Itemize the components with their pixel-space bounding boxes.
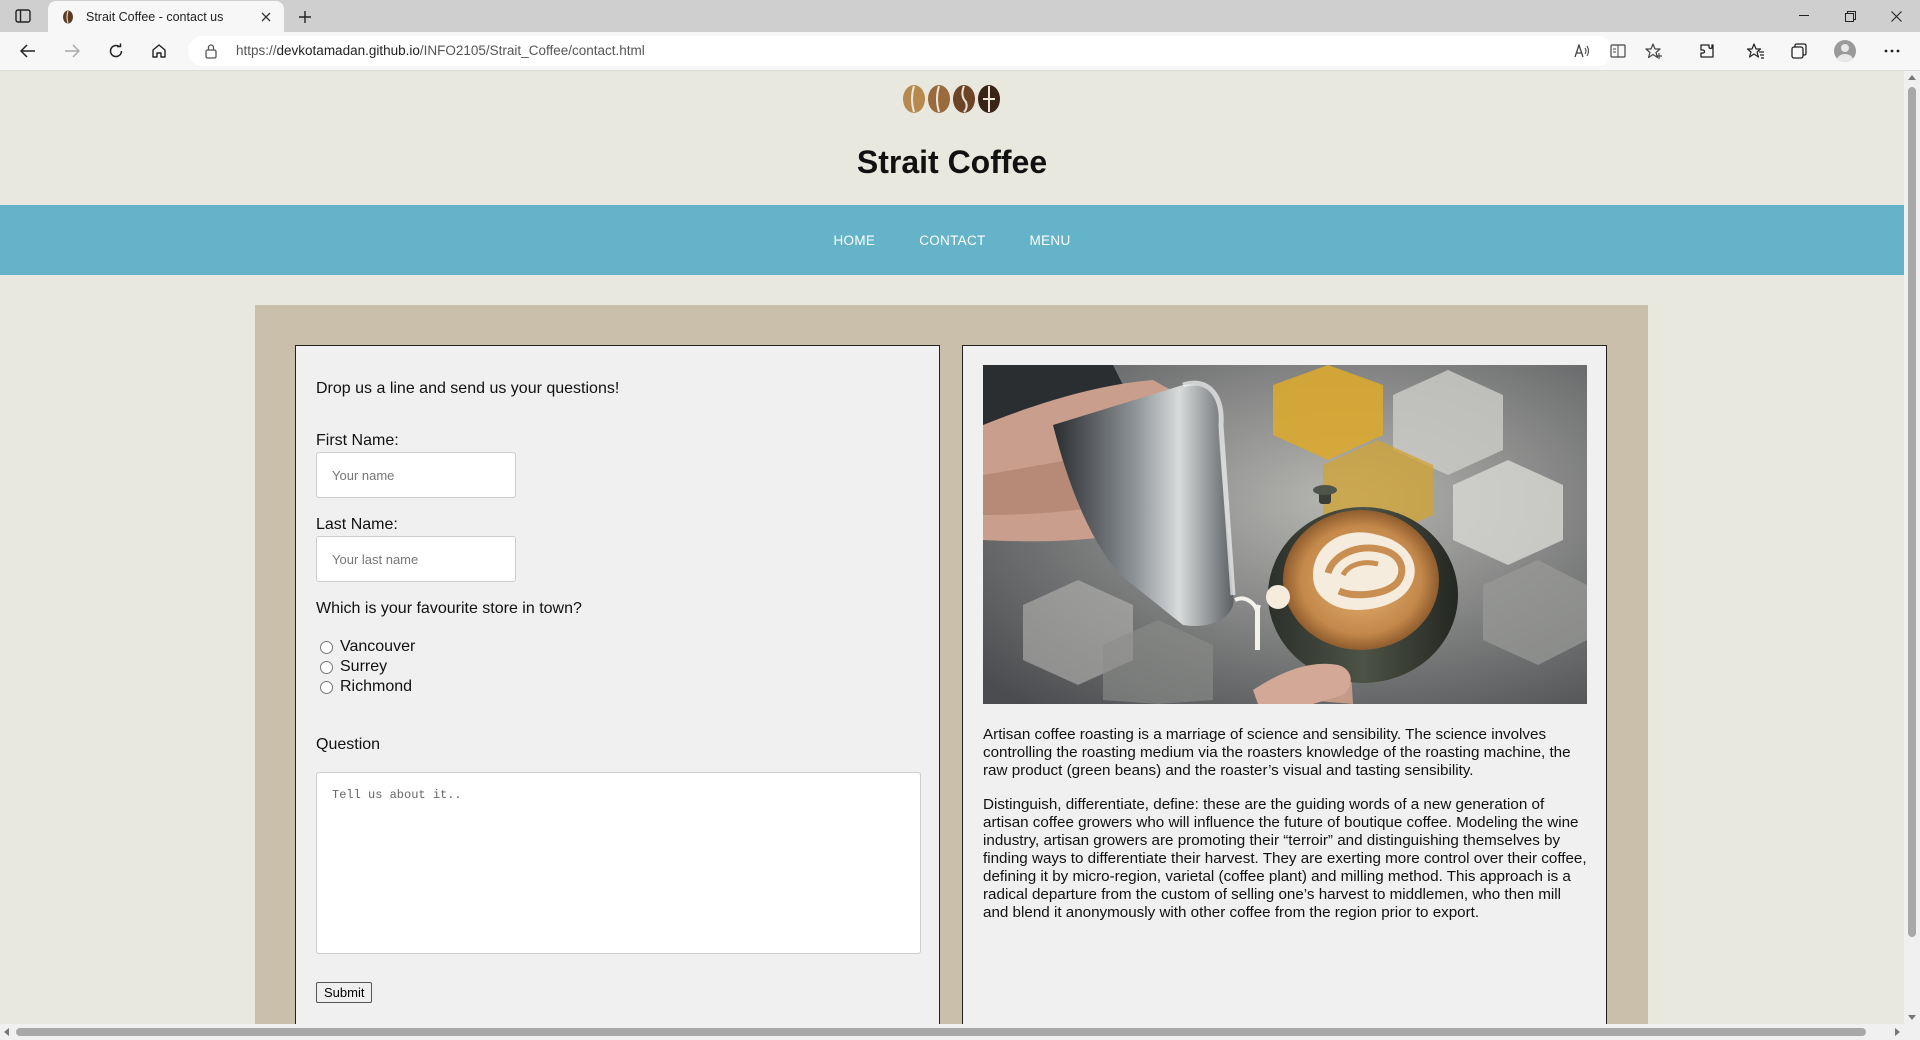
content-paragraph-1: Artisan coffee roasting is a marriage of… (983, 726, 1571, 779)
horizontal-scrollbar[interactable] (0, 1024, 1904, 1040)
restore-icon[interactable] (1827, 0, 1873, 32)
vertical-scrollbar[interactable] (1904, 71, 1920, 1024)
scroll-up-arrow-icon[interactable] (1908, 75, 1916, 80)
store-option-surrey[interactable]: Surrey (320, 658, 387, 676)
refresh-icon[interactable] (102, 38, 130, 64)
submit-button[interactable]: Submit (316, 982, 373, 1003)
extensions-icon[interactable] (1693, 38, 1721, 64)
scroll-right-arrow-icon[interactable] (1895, 1028, 1900, 1036)
favorites-icon[interactable] (1742, 38, 1770, 64)
main-nav: HOME CONTACT MENU (0, 205, 1904, 275)
contact-form-panel: Drop us a line and send us your question… (295, 345, 940, 1024)
coffee-beans-logo (902, 84, 1002, 114)
last-name-label: Last Name: (316, 516, 398, 533)
first-name-label: First Name: (316, 432, 399, 449)
question-label: Question (316, 736, 381, 753)
tab-title: Strait Coffee - contact us (86, 9, 224, 24)
content-wrapper: Drop us a line and send us your question… (255, 305, 1648, 1024)
scrollbar-corner (1904, 1024, 1920, 1040)
tab-strip: Strait Coffee - contact us (0, 0, 1920, 32)
collections-icon[interactable] (1785, 38, 1813, 64)
store-radio-vancouver[interactable] (320, 640, 333, 654)
more-icon[interactable] (1878, 38, 1906, 64)
nav-menu[interactable]: MENU (1030, 233, 1071, 248)
reader-view-icon[interactable] (1605, 39, 1631, 63)
browser-toolbar: https://devkotamadan.github.io/INFO2105/… (0, 32, 1920, 71)
store-radio-richmond[interactable] (320, 680, 333, 694)
back-arrow-icon[interactable] (14, 38, 42, 64)
site-title: Strait Coffee (856, 144, 1048, 180)
first-name-input[interactable] (316, 452, 516, 498)
browser-tab-active[interactable]: Strait Coffee - contact us (48, 1, 284, 32)
profile-avatar[interactable] (1831, 38, 1859, 64)
store-option-vancouver[interactable]: Vancouver (320, 638, 415, 656)
vertical-scroll-thumb[interactable] (1908, 87, 1916, 937)
store-label-vancouver: Vancouver (340, 638, 416, 655)
sidebar-toggle-icon[interactable] (12, 6, 34, 26)
url-text[interactable]: https://devkotamadan.github.io/INFO2105/… (236, 43, 645, 58)
coffee-bean-favicon-icon (60, 9, 76, 25)
forward-arrow-icon[interactable] (58, 38, 86, 64)
read-aloud-icon[interactable] (1569, 39, 1595, 63)
scroll-left-arrow-icon[interactable] (4, 1028, 9, 1036)
about-panel: Artisan coffee roasting is a marriage of… (962, 345, 1607, 1024)
store-label-surrey: Surrey (340, 658, 388, 675)
nav-home[interactable]: HOME (834, 233, 876, 248)
plus-icon[interactable] (292, 5, 318, 29)
page-viewport: Strait Coffee HOME CONTACT MENU Drop us … (0, 71, 1904, 1024)
home-icon[interactable] (145, 38, 173, 64)
close-icon[interactable] (254, 5, 278, 29)
minimize-icon[interactable] (1781, 0, 1827, 32)
window-close-icon[interactable] (1873, 0, 1919, 32)
add-favorite-icon[interactable] (1641, 39, 1667, 63)
form-intro: Drop us a line and send us your question… (316, 380, 620, 397)
content-paragraph-2: Distinguish, differentiate, define: thes… (983, 796, 1587, 921)
question-textarea[interactable] (316, 772, 921, 954)
store-option-richmond[interactable]: Richmond (320, 678, 412, 696)
address-bar[interactable]: https://devkotamadan.github.io/INFO2105/… (188, 36, 1662, 66)
lock-icon[interactable] (204, 43, 220, 59)
nav-contact[interactable]: CONTACT (919, 233, 985, 248)
scroll-down-arrow-icon[interactable] (1908, 1015, 1916, 1020)
store-label-richmond: Richmond (340, 678, 413, 695)
store-question-label: Which is your favourite store in town? (316, 600, 582, 617)
latte-art-photo (983, 365, 1587, 704)
store-radio-surrey[interactable] (320, 660, 333, 674)
horizontal-scroll-thumb[interactable] (16, 1028, 1866, 1036)
last-name-input[interactable] (316, 536, 516, 582)
